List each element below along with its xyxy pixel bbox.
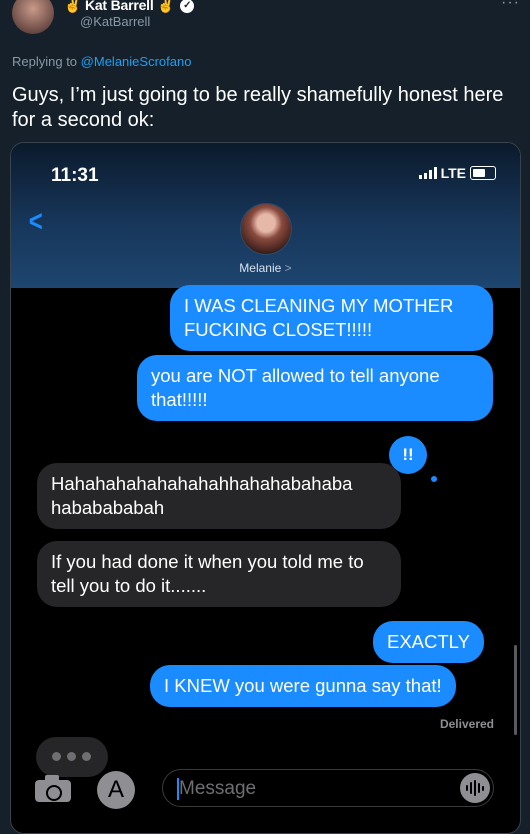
compose-bar: A Message (11, 765, 520, 833)
author-name-text: Kat Barrell (84, 0, 154, 13)
replying-to-link[interactable]: @MelanieScrofano (81, 54, 192, 69)
message-bubble-outgoing: I KNEW you were gunna say that! (150, 665, 456, 707)
replying-prefix: Replying to (12, 54, 78, 69)
imessage-header: 11:31 LTE < Melanie > (11, 143, 520, 288)
contact-name[interactable]: Melanie > (11, 261, 520, 275)
author-display-name[interactable]: ✌ Kat Barrell ✌ ✓ (64, 0, 195, 14)
tweet-media-screenshot[interactable]: 11:31 LTE < Melanie > I WAS CLEANING MY … (10, 142, 521, 834)
status-time: 11:31 (51, 165, 99, 186)
status-bar-right: LTE (418, 165, 496, 181)
appstore-icon[interactable]: A (97, 771, 135, 809)
message-bubble-incoming: Hahahahahahahahahhahahabahaba hababababa… (37, 463, 401, 529)
message-bubble-outgoing: you are NOT allowed to tell anyone that!… (137, 355, 493, 421)
hand-emoji-icon: ✌ (157, 0, 175, 13)
author-avatar[interactable] (12, 0, 54, 34)
scrollbar[interactable] (514, 645, 517, 735)
message-bubble-incoming: If you had done it when you told me to t… (37, 541, 401, 607)
tweet-header: ✌ Kat Barrell ✌ ✓ @KatBarrell ··· (0, 0, 530, 40)
battery-icon (470, 166, 496, 180)
contact-chevron-icon: > (284, 261, 292, 275)
hand-emoji-icon: ✌ (64, 0, 82, 13)
more-icon[interactable]: ··· (501, 0, 520, 12)
audio-waveform-icon[interactable] (460, 773, 490, 803)
tweet-text: Guys, I’m just going to be really shamef… (12, 84, 504, 131)
delivered-status: Delivered (439, 717, 494, 731)
message-bubble-outgoing: EXACTLY (373, 621, 484, 663)
contact-avatar[interactable] (240, 203, 292, 255)
back-chevron-icon[interactable]: < (29, 205, 43, 239)
replying-to-line: Replying to @MelanieScrofano (12, 54, 191, 69)
message-placeholder: Message (179, 778, 257, 799)
author-handle[interactable]: @KatBarrell (80, 14, 150, 29)
message-bubble-outgoing: I WAS CLEANING MY MOTHER FUCKING CLOSET!… (170, 285, 493, 351)
message-input[interactable]: Message (162, 769, 494, 807)
camera-icon[interactable] (35, 774, 71, 802)
verified-badge-icon: ✓ (180, 0, 195, 14)
network-type: LTE (440, 165, 466, 181)
contact-name-text: Melanie (239, 261, 282, 275)
signal-bars-icon (418, 167, 437, 179)
